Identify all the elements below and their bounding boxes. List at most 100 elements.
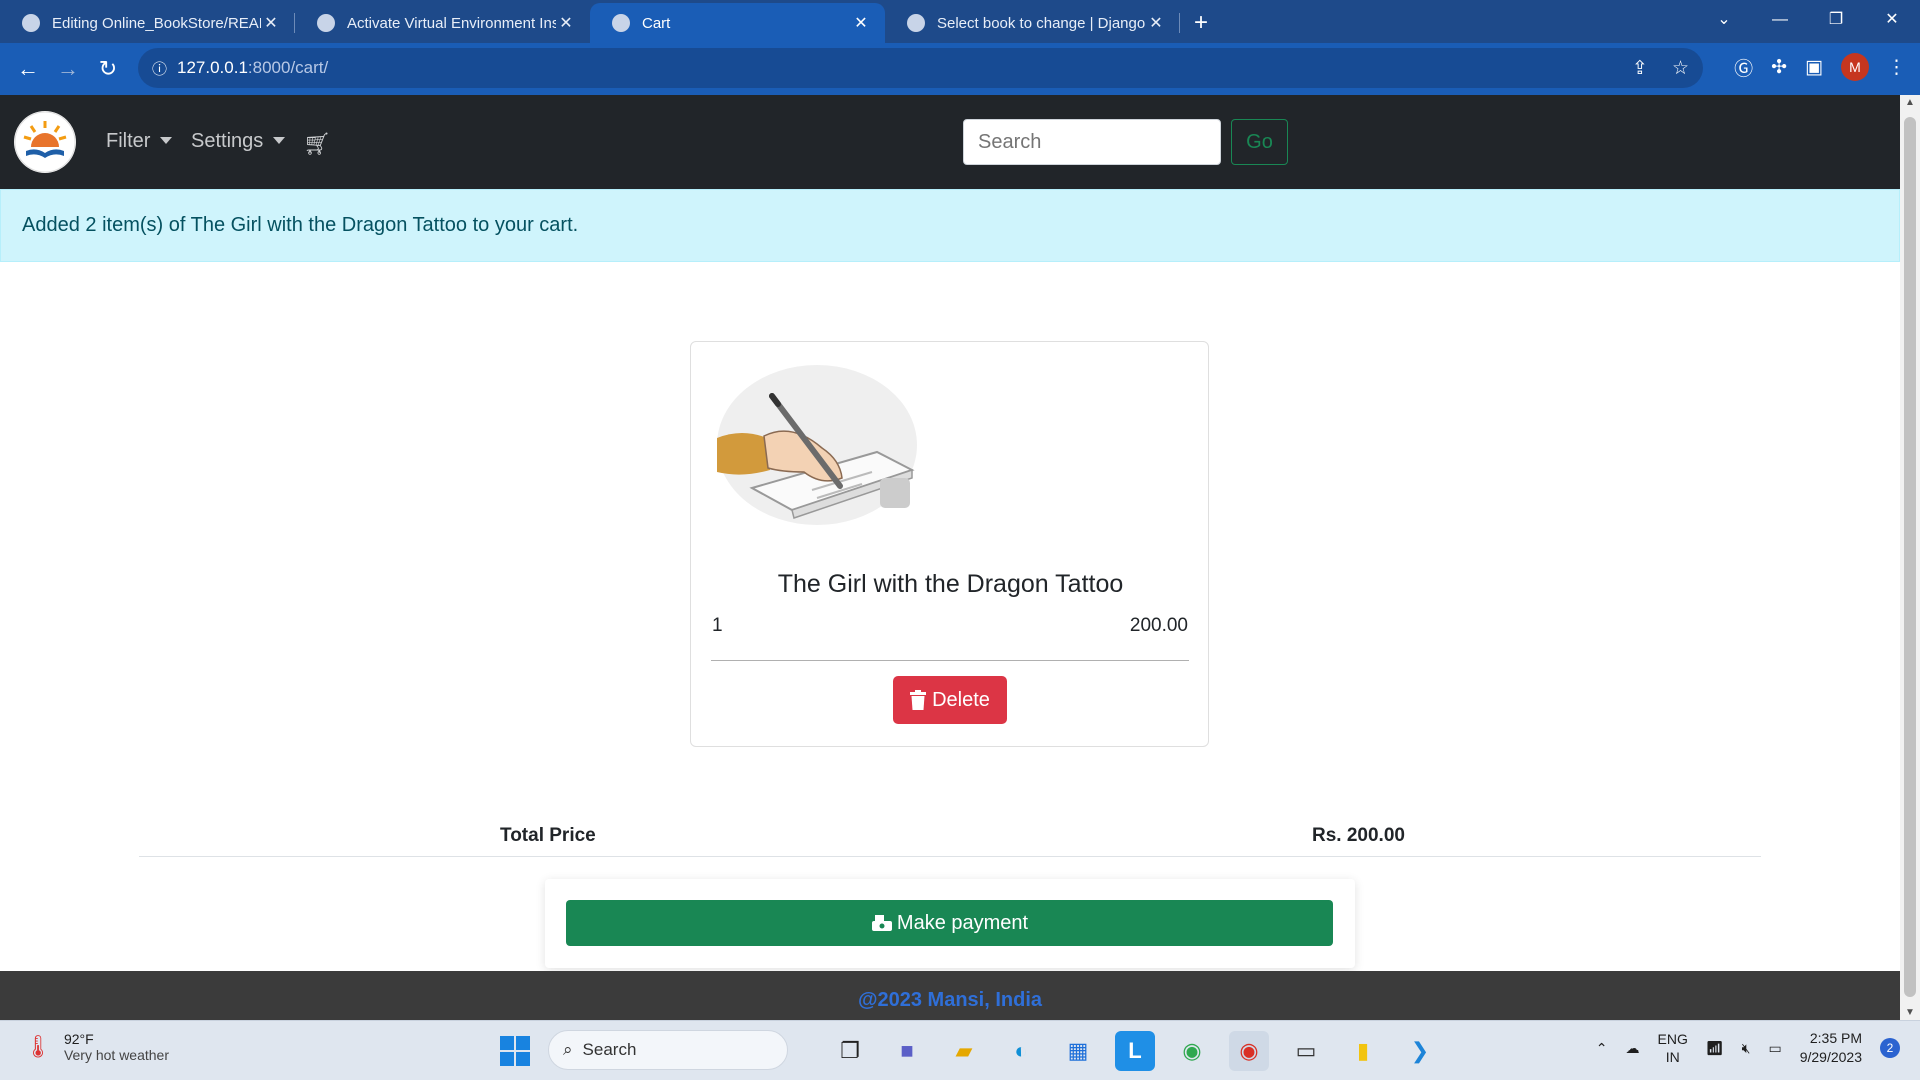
minimize-button[interactable]: —	[1752, 0, 1808, 40]
github-icon	[22, 14, 40, 32]
browser-tab[interactable]: Editing Online_BookStore/READM ✕	[0, 3, 295, 43]
chevron-up-icon[interactable]: ⌃	[1596, 1040, 1608, 1057]
bookstore-logo[interactable]	[14, 111, 76, 173]
make-payment-label: Make payment	[896, 911, 1029, 934]
address-bar[interactable]: ⓘ 127.0.0.1:8000/cart/ ⇪ ☆	[138, 48, 1703, 88]
divider	[711, 660, 1189, 661]
language-code: ENG	[1657, 1031, 1688, 1047]
chrome-icon[interactable]: ◉	[1172, 1031, 1212, 1071]
browser-tab[interactable]: Activate Virtual Environment Inst ✕	[295, 3, 590, 43]
browser-tab[interactable]: Select book to change | Django ✕	[885, 3, 1180, 43]
task-view-icon[interactable]: ❐	[830, 1031, 870, 1071]
language-region: IN	[1665, 1049, 1680, 1065]
page-content: Filter Settings 🛒︎ Go Added 2 item(s) of…	[0, 95, 1900, 1020]
settings-dropdown[interactable]: Settings	[191, 130, 286, 153]
new-tab-button[interactable]: +	[1180, 9, 1222, 43]
grammarly-icon[interactable]: Ⓖ	[1734, 54, 1753, 81]
extensions-puzzle-icon[interactable]: ✣	[1771, 56, 1787, 79]
l-app-icon[interactable]: L	[1115, 1031, 1155, 1071]
page-scrollbar[interactable]: ▲ ▼	[1900, 95, 1920, 1020]
terminal-icon[interactable]: ▭	[1286, 1031, 1326, 1071]
payment-card: Make payment	[545, 879, 1355, 968]
windows-start-icon[interactable]	[500, 1036, 530, 1066]
book-cover-image	[712, 360, 922, 530]
notification-badge[interactable]: 2	[1880, 1038, 1900, 1058]
extensions-area: Ⓖ ✣ ▣ M ⋮	[1734, 53, 1906, 81]
total-price-value: Rs. 200.00	[1312, 825, 1405, 846]
cart-alert: Added 2 item(s) of The Girl with the Dra…	[0, 189, 1900, 262]
restore-button[interactable]: ❐	[1808, 0, 1864, 40]
weather-description: Very hot weather	[63, 1047, 169, 1063]
cart-icon[interactable]: 🛒︎	[303, 131, 331, 157]
filter-label: Filter	[106, 130, 151, 152]
clock-time: 2:35 PM	[1809, 1030, 1862, 1046]
cart-item-price: 200.00	[1129, 615, 1188, 636]
chrome-profile-icon[interactable]: ◉	[1229, 1031, 1269, 1071]
share-icon[interactable]: ⇪	[1632, 57, 1648, 80]
browser-tab-strip: Editing Online_BookStore/READM ✕ Activat…	[0, 0, 1920, 43]
taskbar-search[interactable]: ⌕ Search	[548, 1030, 788, 1070]
browser-tab-active[interactable]: Cart ✕	[590, 3, 885, 43]
forward-icon[interactable]: →	[48, 56, 88, 82]
cart-item-card: The Girl with the Dragon Tattoo 1 200.00…	[690, 341, 1209, 747]
chatgpt-icon	[317, 14, 335, 32]
bookmark-star-icon[interactable]: ☆	[1672, 57, 1689, 80]
site-info-icon[interactable]: ⓘ	[152, 58, 167, 79]
tab-title: Editing Online_BookStore/READM	[52, 14, 261, 32]
close-tab-icon[interactable]: ✕	[556, 13, 576, 33]
search-icon: ⌕	[563, 1040, 573, 1059]
file-explorer-icon[interactable]: ▰	[944, 1031, 984, 1071]
cash-register-icon	[871, 915, 892, 931]
battery-icon[interactable]: ▭	[1768, 1040, 1781, 1057]
weather-widget[interactable]: 🌡︎ 92°F Very hot weather	[24, 1031, 169, 1063]
sunrise-book-logo-icon	[14, 111, 76, 173]
search-input[interactable]	[963, 119, 1221, 165]
edge-icon[interactable]: ◐	[1001, 1031, 1041, 1071]
make-payment-button[interactable]: Make payment	[566, 900, 1333, 946]
menu-kebab-icon[interactable]: ⋮	[1887, 56, 1906, 79]
taskbar-apps: ❐ ■ ▰ ◐ ▦ L ◉ ◉ ▭ ▮ ❯	[830, 1031, 1440, 1071]
weather-temperature: 92°F	[63, 1031, 94, 1047]
scroll-up-arrow-icon[interactable]: ▲	[1900, 97, 1920, 108]
vscode-icon[interactable]: ❯	[1400, 1031, 1440, 1071]
tab-title: Activate Virtual Environment Inst	[347, 14, 556, 32]
globe-icon	[907, 14, 925, 32]
caret-down-icon	[160, 137, 173, 144]
settings-label: Settings	[191, 130, 264, 152]
tab-title: Select book to change | Django	[937, 14, 1146, 32]
cart-item-quantity: 1	[712, 615, 723, 636]
filter-dropdown[interactable]: Filter	[106, 130, 173, 153]
tab-search-icon[interactable]: ⌄	[1696, 0, 1752, 40]
clock-date: 9/29/2023	[1799, 1049, 1862, 1065]
url-path: :8000/cart/	[247, 58, 329, 77]
wifi-icon[interactable]: 📶︎	[1706, 1040, 1724, 1057]
footer-copyright: @2023 Mansi, India	[857, 989, 1042, 1011]
cart-item-title: The Girl with the Dragon Tattoo	[777, 570, 1124, 598]
site-footer: @2023 Mansi, India	[0, 971, 1900, 1020]
clock[interactable]: 2:35 PM 9/29/2023	[1800, 1029, 1862, 1067]
volume-muted-icon[interactable]: 🔇︎	[1742, 1040, 1751, 1057]
go-button[interactable]: Go	[1231, 119, 1288, 165]
windows-taskbar: 🌡︎ 92°F Very hot weather ⌕ Search ❐ ■ ▰ …	[0, 1020, 1920, 1080]
system-tray: ⌃ ☁︎ ENG IN 📶︎ 🔇︎ ▭ 2:35 PM 9/29/2023 2	[1596, 1029, 1900, 1067]
close-window-button[interactable]: ✕	[1864, 0, 1920, 40]
language-indicator[interactable]: ENG IN	[1658, 1030, 1688, 1066]
teams-chat-icon[interactable]: ■	[887, 1031, 927, 1071]
scroll-down-arrow-icon[interactable]: ▼	[1900, 1007, 1920, 1018]
total-row: Total Price Rs. 200.00	[139, 817, 1761, 857]
close-tab-icon[interactable]: ✕	[1146, 13, 1166, 33]
scrollbar-thumb[interactable]	[1904, 117, 1916, 997]
taskbar-search-label: Search	[582, 1040, 637, 1059]
back-icon[interactable]: ←	[8, 56, 48, 82]
side-panel-icon[interactable]: ▣	[1805, 56, 1823, 79]
microsoft-store-icon[interactable]: ▦	[1058, 1031, 1098, 1071]
window-controls: ⌄ — ❐ ✕	[1696, 0, 1920, 40]
reload-icon[interactable]: ↻	[88, 56, 128, 82]
onedrive-cloud-icon[interactable]: ☁︎	[1626, 1040, 1640, 1057]
close-tab-icon[interactable]: ✕	[851, 13, 871, 33]
delete-button[interactable]: Delete	[893, 676, 1007, 724]
delete-label: Delete	[932, 688, 990, 711]
close-tab-icon[interactable]: ✕	[261, 13, 281, 33]
profile-avatar[interactable]: M	[1841, 53, 1869, 81]
sticky-notes-icon[interactable]: ▮	[1343, 1031, 1383, 1071]
